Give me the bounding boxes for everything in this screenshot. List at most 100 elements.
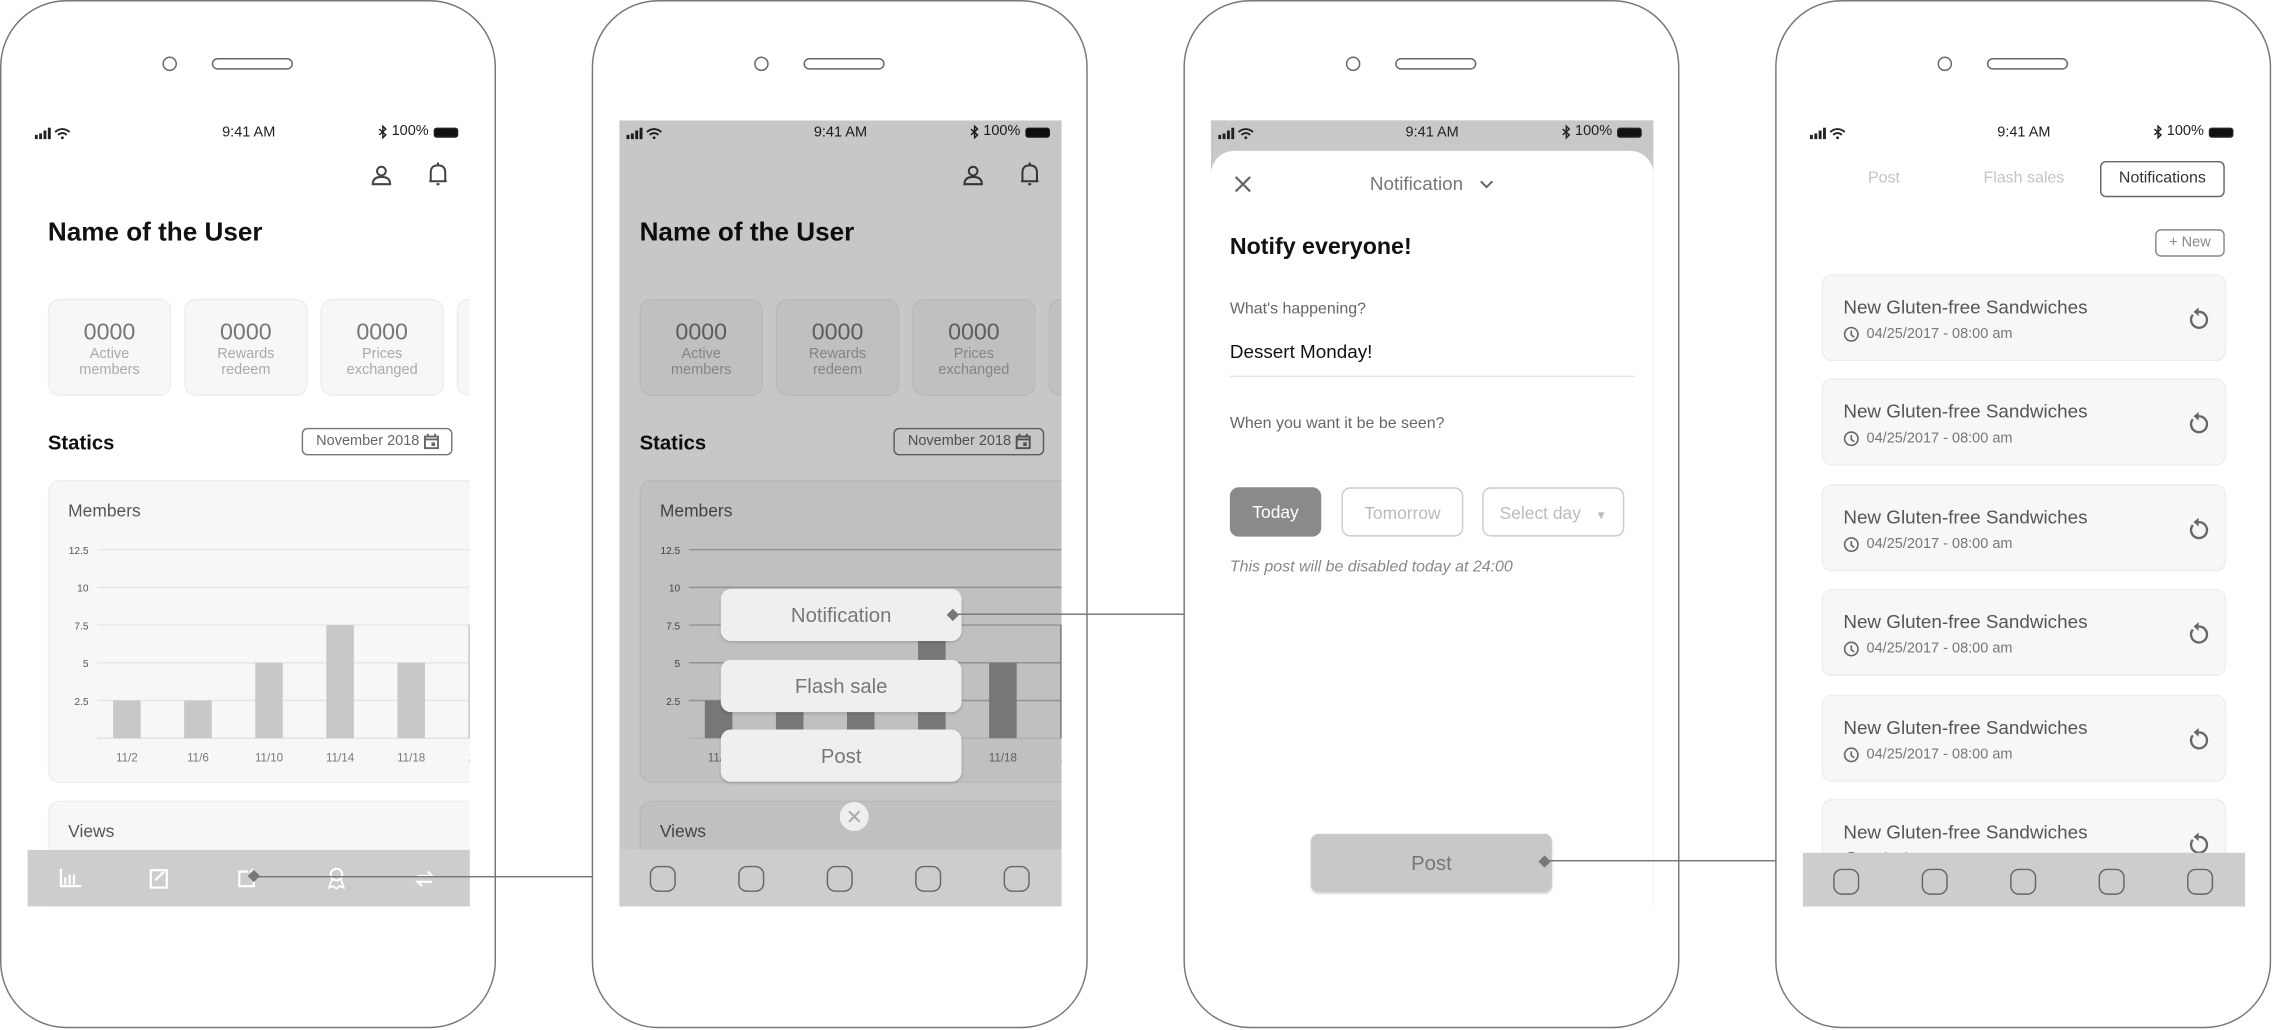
tab-placeholder-icon[interactable] — [915, 865, 942, 892]
option-today[interactable]: Today — [1229, 487, 1322, 537]
screen: 9:41 AM 100% Name of the User 0000 Active … — [27, 120, 470, 907]
notification-item[interactable]: New Gluten-free Sandwiches 04/25/2017 - … — [1821, 274, 2227, 362]
stat-card-partial[interactable] — [456, 298, 470, 396]
screen: 9:41 AM 100% Post Flash sales Notification… — [1802, 120, 2246, 907]
award-icon[interactable] — [323, 866, 349, 892]
bar[interactable] — [184, 700, 212, 739]
tab-placeholder-icon[interactable] — [2187, 868, 2214, 895]
menu-item-post[interactable]: Post — [720, 729, 962, 782]
menu-item-flash-sale[interactable]: Flash sale — [720, 659, 962, 712]
flow-connector — [253, 875, 594, 878]
option-select-day[interactable]: Select day ▼ — [1482, 487, 1625, 537]
status-bar: 9:41 AM 100% — [28, 120, 470, 146]
close-icon: ✕ — [845, 804, 863, 829]
camera — [754, 56, 769, 72]
y-tick-label: 7.5 — [74, 621, 88, 632]
stat-label: Active members — [79, 346, 140, 379]
stat-label: Prices exchanged — [346, 346, 418, 379]
speaker — [1395, 58, 1477, 70]
tab-placeholder-icon[interactable] — [1003, 865, 1030, 892]
stat-value: 0000 — [220, 320, 272, 346]
stat-card[interactable]: 0000 Active members — [47, 298, 172, 396]
notification-title: New Gluten-free Sandwiches — [1843, 610, 2088, 633]
tab-placeholder-icon[interactable] — [649, 865, 676, 892]
bar[interactable] — [397, 662, 425, 739]
tab-placeholder-icon[interactable] — [738, 865, 765, 892]
type-dropdown[interactable]: Notification — [1211, 173, 1653, 194]
notification-title: New Gluten-free Sandwiches — [1843, 820, 2088, 843]
chevron-down-icon — [1480, 180, 1494, 189]
y-tick-label: 2.5 — [74, 697, 88, 708]
tab-notifications[interactable]: Notifications — [2100, 160, 2225, 198]
bar[interactable] — [326, 625, 354, 739]
tab-flash-sales[interactable]: Flash sales — [1962, 161, 2085, 197]
notification-sheet: Notification Notify everyone! What's hap… — [1211, 150, 1654, 907]
calendar-icon — [423, 433, 439, 450]
x-tick-label: 1 — [468, 751, 469, 764]
stat-value: 0000 — [83, 320, 136, 346]
camera — [1345, 56, 1361, 72]
notification-item[interactable]: New Gluten-free Sandwiches 04/25/2017 - … — [1821, 589, 2227, 677]
resend-icon[interactable] — [2187, 621, 2210, 646]
menu-item-notification[interactable]: Notification — [720, 588, 962, 642]
resend-icon[interactable] — [2187, 516, 2210, 541]
bluetooth-icon — [378, 124, 387, 140]
plus-icon: + — [2169, 234, 2182, 251]
stat-card[interactable]: 0000 Rewards redeem — [184, 298, 308, 396]
post-button[interactable]: Post — [1311, 833, 1552, 892]
camera — [1937, 56, 1953, 72]
notification-date: 04/25/2017 - 08:00 am — [1866, 536, 2013, 553]
battery-icon — [2208, 127, 2234, 138]
clock-icon — [1843, 431, 1859, 447]
tab-placeholder-icon[interactable] — [826, 865, 853, 892]
edit-icon[interactable] — [146, 866, 172, 892]
notification-item[interactable]: New Gluten-free Sandwiches 04/25/2017 - … — [1821, 484, 2227, 572]
speaker — [803, 58, 885, 70]
profile-icon[interactable] — [370, 164, 393, 187]
resend-icon[interactable] — [2187, 726, 2210, 751]
tab-placeholder-icon[interactable] — [1833, 868, 1860, 895]
notification-date: 04/25/2017 - 08:00 am — [1866, 326, 2013, 343]
x-tick-label: 11/18 — [397, 751, 425, 764]
stat-card[interactable]: 0000 Prices exchanged — [320, 298, 444, 396]
whats-happening-input[interactable]: Dessert Monday! — [1229, 341, 1635, 378]
close-menu-button[interactable]: ✕ — [839, 802, 869, 832]
tab-placeholder-icon[interactable] — [1921, 868, 1948, 895]
tab-post[interactable]: Post — [1840, 161, 1927, 197]
option-tomorrow[interactable]: Tomorrow — [1341, 487, 1464, 537]
y-tick-label: 12.5 — [69, 546, 89, 557]
bar[interactable] — [113, 700, 141, 739]
disable-note: This post will be disabled today at 24:0… — [1229, 558, 1513, 576]
tab-bar — [1802, 852, 2246, 907]
notification-item[interactable]: New Gluten-free Sandwiches 04/25/2017 - … — [1821, 379, 2227, 467]
field-label: What's happening? — [1229, 300, 1366, 318]
stat-value: 0000 — [356, 320, 408, 346]
clock-icon — [1843, 536, 1859, 552]
wireframe-flow: 9:41 AM 100% Name of the User 0000 Active … — [0, 0, 2274, 1030]
swap-icon[interactable] — [412, 866, 438, 892]
bell-icon[interactable] — [426, 162, 449, 188]
bluetooth-icon — [1562, 124, 1571, 140]
members-chart-card: Members 2.557.51012.511/211/611/1011/141… — [47, 480, 470, 784]
resend-icon[interactable] — [2187, 306, 2210, 331]
date-filter[interactable]: November 2018 — [301, 427, 453, 456]
resend-icon[interactable] — [2187, 411, 2210, 436]
clock-icon — [1843, 641, 1859, 657]
new-button[interactable]: + New — [2155, 229, 2225, 257]
bar[interactable] — [468, 625, 470, 739]
new-post-icon[interactable] — [235, 866, 261, 892]
form-heading: Notify everyone! — [1229, 234, 1412, 260]
status-bar: 9:41 AM 100% — [1211, 120, 1654, 151]
tab-placeholder-icon[interactable] — [2010, 868, 2037, 895]
y-tick-label: 10 — [77, 584, 89, 595]
views-title: Views — [68, 820, 115, 842]
clock-icon — [1843, 746, 1859, 762]
statics-title: Statics — [47, 430, 115, 454]
notification-date: 04/25/2017 - 08:00 am — [1866, 641, 2013, 658]
bar-chart-icon[interactable] — [58, 866, 84, 892]
select-day-label: Select day — [1499, 503, 1581, 524]
tab-placeholder-icon[interactable] — [2098, 868, 2125, 895]
date-filter-value: November 2018 — [316, 433, 420, 450]
bar[interactable] — [255, 662, 283, 739]
notification-item[interactable]: New Gluten-free Sandwiches 04/25/2017 - … — [1821, 694, 2227, 782]
